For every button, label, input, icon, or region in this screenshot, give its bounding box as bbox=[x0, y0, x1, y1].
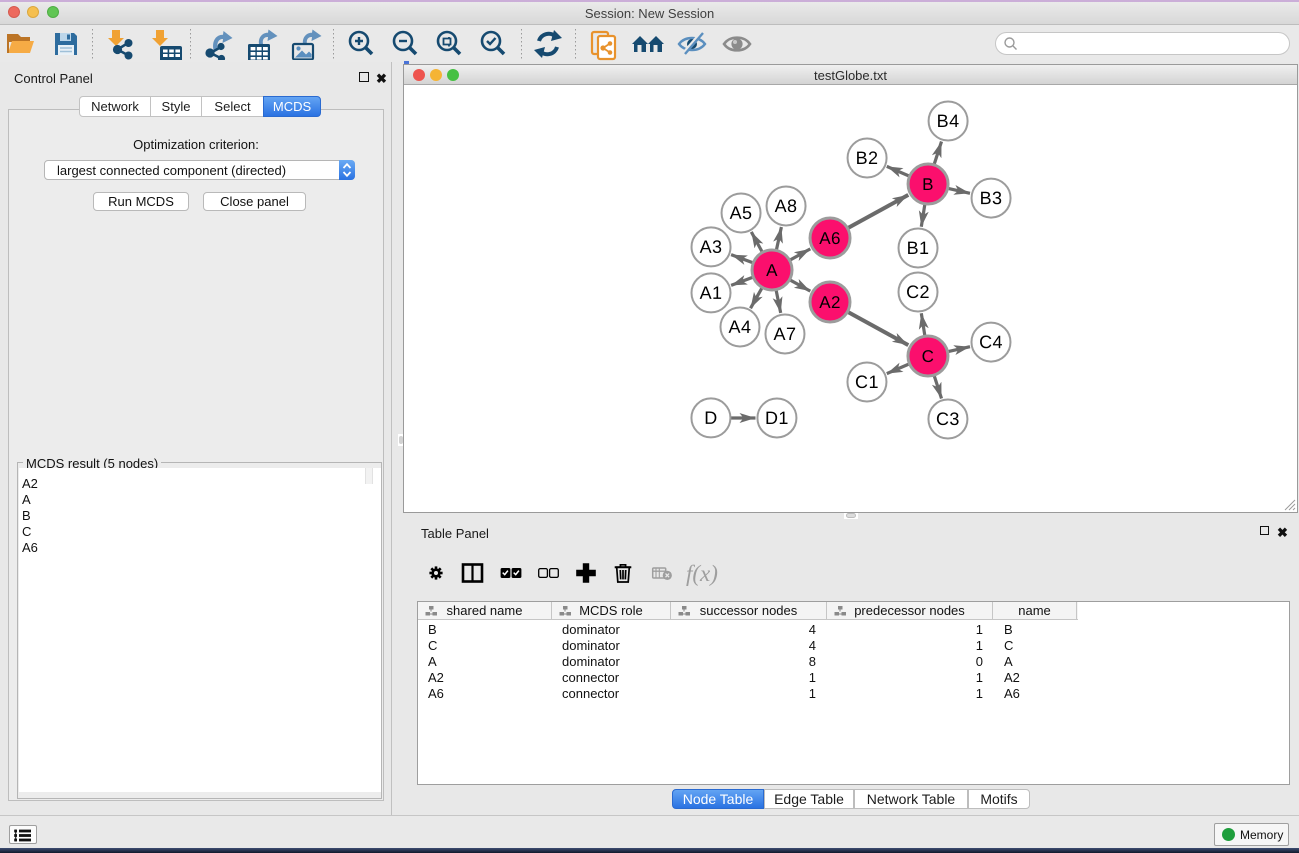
svg-text:A3: A3 bbox=[700, 237, 723, 257]
svg-text:A1: A1 bbox=[700, 283, 723, 303]
svg-text:A8: A8 bbox=[775, 196, 798, 216]
svg-text:A2: A2 bbox=[819, 293, 841, 312]
svg-text:B4: B4 bbox=[937, 111, 960, 131]
svg-text:D: D bbox=[704, 408, 717, 428]
svg-text:C4: C4 bbox=[979, 332, 1003, 352]
svg-text:C1: C1 bbox=[855, 372, 879, 392]
svg-text:C3: C3 bbox=[936, 409, 960, 429]
svg-text:A4: A4 bbox=[729, 317, 752, 337]
svg-text:B1: B1 bbox=[907, 238, 930, 258]
svg-text:B2: B2 bbox=[856, 148, 879, 168]
svg-text:D1: D1 bbox=[765, 408, 789, 428]
svg-text:A5: A5 bbox=[730, 203, 753, 223]
svg-text:A6: A6 bbox=[819, 229, 841, 248]
svg-text:A7: A7 bbox=[774, 324, 797, 344]
svg-text:A: A bbox=[766, 261, 778, 280]
svg-text:C: C bbox=[922, 347, 935, 366]
svg-text:C2: C2 bbox=[906, 282, 930, 302]
svg-text:B3: B3 bbox=[980, 188, 1003, 208]
svg-text:f(x): f(x) bbox=[686, 561, 718, 586]
svg-text:B: B bbox=[922, 175, 934, 194]
